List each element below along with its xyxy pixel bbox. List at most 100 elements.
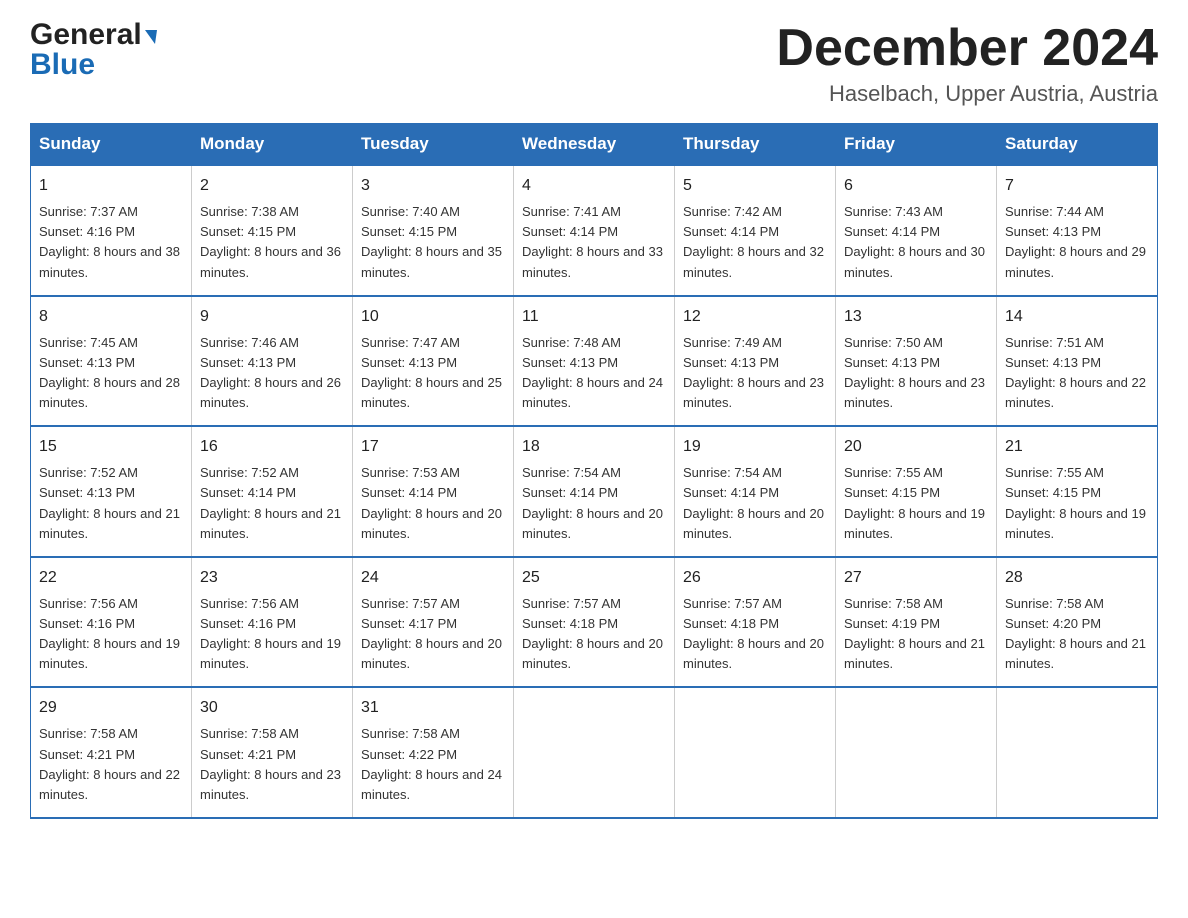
- calendar-cell: 22 Sunrise: 7:56 AM Sunset: 4:16 PM Dayl…: [31, 557, 192, 688]
- calendar-cell: 23 Sunrise: 7:56 AM Sunset: 4:16 PM Dayl…: [192, 557, 353, 688]
- weekday-saturday: Saturday: [997, 124, 1158, 166]
- day-number: 9: [200, 305, 344, 329]
- day-number: 20: [844, 435, 988, 459]
- calendar-cell: 30 Sunrise: 7:58 AM Sunset: 4:21 PM Dayl…: [192, 687, 353, 818]
- day-info: Sunrise: 7:41 AM Sunset: 4:14 PM Dayligh…: [522, 202, 666, 283]
- calendar-cell: 26 Sunrise: 7:57 AM Sunset: 4:18 PM Dayl…: [675, 557, 836, 688]
- day-info: Sunrise: 7:58 AM Sunset: 4:19 PM Dayligh…: [844, 594, 988, 675]
- day-info: Sunrise: 7:54 AM Sunset: 4:14 PM Dayligh…: [683, 463, 827, 544]
- logo-blue-text: Blue: [30, 50, 157, 80]
- day-number: 1: [39, 174, 183, 198]
- weekday-friday: Friday: [836, 124, 997, 166]
- week-row-4: 22 Sunrise: 7:56 AM Sunset: 4:16 PM Dayl…: [31, 557, 1158, 688]
- day-number: 24: [361, 566, 505, 590]
- calendar-cell: 11 Sunrise: 7:48 AM Sunset: 4:13 PM Dayl…: [514, 296, 675, 427]
- calendar-body: 1 Sunrise: 7:37 AM Sunset: 4:16 PM Dayli…: [31, 165, 1158, 818]
- day-info: Sunrise: 7:47 AM Sunset: 4:13 PM Dayligh…: [361, 333, 505, 414]
- calendar-cell: 6 Sunrise: 7:43 AM Sunset: 4:14 PM Dayli…: [836, 165, 997, 296]
- calendar-cell: 28 Sunrise: 7:58 AM Sunset: 4:20 PM Dayl…: [997, 557, 1158, 688]
- day-info: Sunrise: 7:58 AM Sunset: 4:21 PM Dayligh…: [39, 724, 183, 805]
- calendar-cell: 1 Sunrise: 7:37 AM Sunset: 4:16 PM Dayli…: [31, 165, 192, 296]
- week-row-1: 1 Sunrise: 7:37 AM Sunset: 4:16 PM Dayli…: [31, 165, 1158, 296]
- day-number: 12: [683, 305, 827, 329]
- calendar-cell: 4 Sunrise: 7:41 AM Sunset: 4:14 PM Dayli…: [514, 165, 675, 296]
- day-info: Sunrise: 7:58 AM Sunset: 4:21 PM Dayligh…: [200, 724, 344, 805]
- day-info: Sunrise: 7:37 AM Sunset: 4:16 PM Dayligh…: [39, 202, 183, 283]
- day-number: 30: [200, 696, 344, 720]
- calendar-cell: [514, 687, 675, 818]
- weekday-monday: Monday: [192, 124, 353, 166]
- day-number: 10: [361, 305, 505, 329]
- day-info: Sunrise: 7:55 AM Sunset: 4:15 PM Dayligh…: [844, 463, 988, 544]
- calendar-cell: 10 Sunrise: 7:47 AM Sunset: 4:13 PM Dayl…: [353, 296, 514, 427]
- calendar-cell: 13 Sunrise: 7:50 AM Sunset: 4:13 PM Dayl…: [836, 296, 997, 427]
- day-number: 28: [1005, 566, 1149, 590]
- calendar-cell: 15 Sunrise: 7:52 AM Sunset: 4:13 PM Dayl…: [31, 426, 192, 557]
- day-info: Sunrise: 7:55 AM Sunset: 4:15 PM Dayligh…: [1005, 463, 1149, 544]
- week-row-5: 29 Sunrise: 7:58 AM Sunset: 4:21 PM Dayl…: [31, 687, 1158, 818]
- day-number: 7: [1005, 174, 1149, 198]
- logo: General Blue: [30, 20, 157, 80]
- day-number: 6: [844, 174, 988, 198]
- day-info: Sunrise: 7:38 AM Sunset: 4:15 PM Dayligh…: [200, 202, 344, 283]
- calendar-cell: 17 Sunrise: 7:53 AM Sunset: 4:14 PM Dayl…: [353, 426, 514, 557]
- calendar-cell: 7 Sunrise: 7:44 AM Sunset: 4:13 PM Dayli…: [997, 165, 1158, 296]
- day-info: Sunrise: 7:49 AM Sunset: 4:13 PM Dayligh…: [683, 333, 827, 414]
- calendar-cell: [675, 687, 836, 818]
- day-number: 27: [844, 566, 988, 590]
- calendar-cell: 19 Sunrise: 7:54 AM Sunset: 4:14 PM Dayl…: [675, 426, 836, 557]
- day-info: Sunrise: 7:43 AM Sunset: 4:14 PM Dayligh…: [844, 202, 988, 283]
- day-info: Sunrise: 7:53 AM Sunset: 4:14 PM Dayligh…: [361, 463, 505, 544]
- weekday-thursday: Thursday: [675, 124, 836, 166]
- day-info: Sunrise: 7:42 AM Sunset: 4:14 PM Dayligh…: [683, 202, 827, 283]
- calendar-cell: 31 Sunrise: 7:58 AM Sunset: 4:22 PM Dayl…: [353, 687, 514, 818]
- calendar-cell: 27 Sunrise: 7:58 AM Sunset: 4:19 PM Dayl…: [836, 557, 997, 688]
- calendar-cell: [836, 687, 997, 818]
- calendar-cell: 14 Sunrise: 7:51 AM Sunset: 4:13 PM Dayl…: [997, 296, 1158, 427]
- day-info: Sunrise: 7:48 AM Sunset: 4:13 PM Dayligh…: [522, 333, 666, 414]
- calendar-cell: 21 Sunrise: 7:55 AM Sunset: 4:15 PM Dayl…: [997, 426, 1158, 557]
- calendar-cell: 2 Sunrise: 7:38 AM Sunset: 4:15 PM Dayli…: [192, 165, 353, 296]
- calendar-table: SundayMondayTuesdayWednesdayThursdayFrid…: [30, 123, 1158, 819]
- day-number: 31: [361, 696, 505, 720]
- calendar-cell: 3 Sunrise: 7:40 AM Sunset: 4:15 PM Dayli…: [353, 165, 514, 296]
- location: Haselbach, Upper Austria, Austria: [776, 81, 1158, 107]
- day-info: Sunrise: 7:44 AM Sunset: 4:13 PM Dayligh…: [1005, 202, 1149, 283]
- day-number: 3: [361, 174, 505, 198]
- day-number: 11: [522, 305, 666, 329]
- day-number: 5: [683, 174, 827, 198]
- logo-general: General: [30, 20, 157, 50]
- day-info: Sunrise: 7:57 AM Sunset: 4:18 PM Dayligh…: [522, 594, 666, 675]
- page-header: General Blue December 2024 Haselbach, Up…: [30, 20, 1158, 107]
- weekday-tuesday: Tuesday: [353, 124, 514, 166]
- day-number: 14: [1005, 305, 1149, 329]
- day-info: Sunrise: 7:57 AM Sunset: 4:17 PM Dayligh…: [361, 594, 505, 675]
- day-info: Sunrise: 7:50 AM Sunset: 4:13 PM Dayligh…: [844, 333, 988, 414]
- calendar-cell: [997, 687, 1158, 818]
- day-number: 2: [200, 174, 344, 198]
- day-info: Sunrise: 7:51 AM Sunset: 4:13 PM Dayligh…: [1005, 333, 1149, 414]
- day-number: 23: [200, 566, 344, 590]
- day-number: 19: [683, 435, 827, 459]
- day-number: 22: [39, 566, 183, 590]
- day-info: Sunrise: 7:57 AM Sunset: 4:18 PM Dayligh…: [683, 594, 827, 675]
- day-number: 16: [200, 435, 344, 459]
- weekday-header-row: SundayMondayTuesdayWednesdayThursdayFrid…: [31, 124, 1158, 166]
- week-row-2: 8 Sunrise: 7:45 AM Sunset: 4:13 PM Dayli…: [31, 296, 1158, 427]
- title-block: December 2024 Haselbach, Upper Austria, …: [776, 20, 1158, 107]
- day-info: Sunrise: 7:58 AM Sunset: 4:22 PM Dayligh…: [361, 724, 505, 805]
- calendar-cell: 18 Sunrise: 7:54 AM Sunset: 4:14 PM Dayl…: [514, 426, 675, 557]
- calendar-cell: 5 Sunrise: 7:42 AM Sunset: 4:14 PM Dayli…: [675, 165, 836, 296]
- month-title: December 2024: [776, 20, 1158, 77]
- calendar-cell: 12 Sunrise: 7:49 AM Sunset: 4:13 PM Dayl…: [675, 296, 836, 427]
- calendar-cell: 9 Sunrise: 7:46 AM Sunset: 4:13 PM Dayli…: [192, 296, 353, 427]
- calendar-cell: 24 Sunrise: 7:57 AM Sunset: 4:17 PM Dayl…: [353, 557, 514, 688]
- day-number: 8: [39, 305, 183, 329]
- calendar-header: SundayMondayTuesdayWednesdayThursdayFrid…: [31, 124, 1158, 166]
- weekday-sunday: Sunday: [31, 124, 192, 166]
- day-number: 21: [1005, 435, 1149, 459]
- calendar-cell: 16 Sunrise: 7:52 AM Sunset: 4:14 PM Dayl…: [192, 426, 353, 557]
- day-number: 18: [522, 435, 666, 459]
- calendar-cell: 8 Sunrise: 7:45 AM Sunset: 4:13 PM Dayli…: [31, 296, 192, 427]
- day-info: Sunrise: 7:52 AM Sunset: 4:13 PM Dayligh…: [39, 463, 183, 544]
